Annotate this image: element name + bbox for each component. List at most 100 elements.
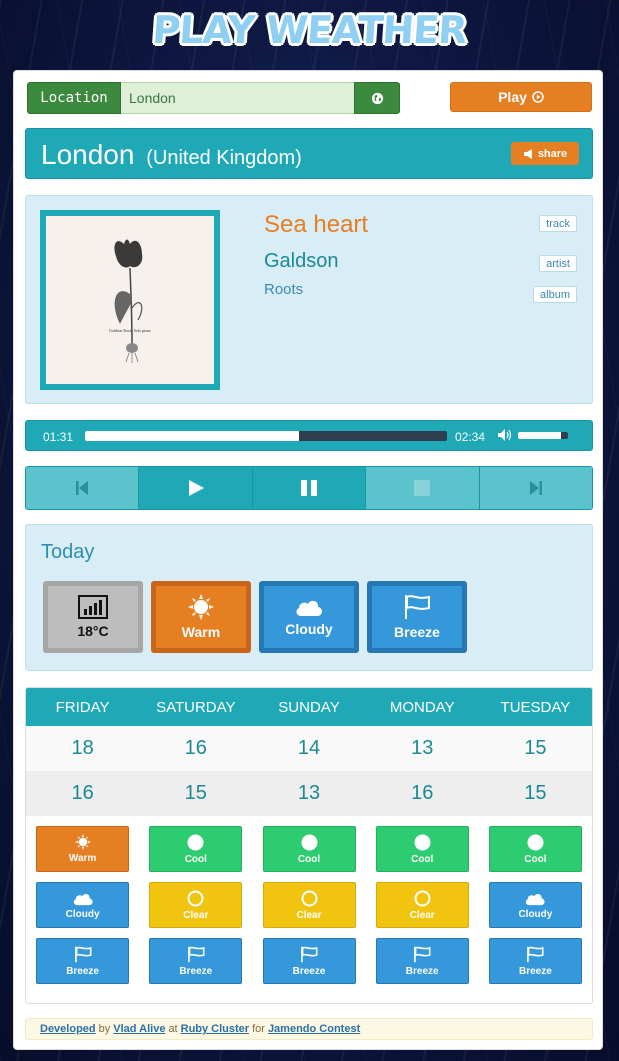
- temperature-label: 18°C: [77, 623, 109, 639]
- forecast-conditions: Warm Cloudy Breeze Cool Clear Breeze Cool Clear…: [26, 816, 592, 984]
- cloudy-condition-tile: Cloudy: [488, 882, 582, 928]
- bullhorn-icon: [523, 148, 532, 159]
- pause-button[interactable]: [252, 467, 367, 509]
- location-input[interactable]: [121, 82, 354, 114]
- cloud-icon: [524, 891, 546, 906]
- forecast-low-row: 16 15 13 16 15: [26, 771, 592, 816]
- next-button[interactable]: [479, 467, 592, 509]
- forecast-table: FRIDAY SATURDAY SUNDAY MONDAY TUESDAY 18…: [25, 687, 593, 1004]
- breeze-condition-tile: Breeze: [149, 938, 243, 984]
- signal-bars-icon: [78, 595, 108, 619]
- cool-condition-tile: Cool: [488, 826, 582, 872]
- stop-button[interactable]: [366, 467, 480, 509]
- track-tag: track: [539, 215, 577, 232]
- seek-slider[interactable]: [85, 431, 447, 441]
- day-header: SUNDAY: [278, 698, 340, 716]
- main-panel: Location Play London (United Kingdom) sh…: [13, 70, 603, 1050]
- sun-icon: [74, 834, 91, 850]
- step-backward-icon: [76, 481, 89, 495]
- forecast-day-conditions: Cool Clear Breeze: [139, 826, 252, 984]
- cool-condition-tile: Cool: [375, 826, 469, 872]
- footer-by: by: [98, 1023, 111, 1035]
- forecast-day-conditions: Cool Clear Breeze: [252, 826, 365, 984]
- day-header: SATURDAY: [156, 698, 236, 716]
- condition-label: Breeze: [292, 965, 326, 977]
- flag-icon: [74, 946, 92, 963]
- high-temp-cell: 18: [71, 737, 94, 759]
- circle-icon: [527, 834, 544, 851]
- cloudy-label: Cloudy: [285, 621, 333, 637]
- breeze-condition-tile: Breeze: [375, 938, 469, 984]
- forecast-high-row: 18 16 14 13 15: [26, 726, 592, 771]
- previous-button[interactable]: [26, 467, 140, 509]
- footer: Developed by Vlad Alive at Ruby Cluster …: [25, 1018, 593, 1040]
- high-temp-cell: 13: [411, 737, 434, 759]
- play-button[interactable]: Play: [450, 82, 592, 112]
- low-temp-cell: 16: [411, 782, 434, 804]
- city-name: London: [41, 139, 135, 170]
- high-temp-cell: 15: [524, 737, 547, 759]
- forecast-day-conditions: Cool Cloudy Breeze: [479, 826, 592, 984]
- volume-icon[interactable]: [497, 428, 512, 442]
- play-button-label: Play: [498, 89, 527, 105]
- author-link[interactable]: Vlad Alive: [113, 1023, 165, 1035]
- flag-icon: [526, 946, 544, 963]
- footer-for: for: [252, 1023, 265, 1035]
- cloudy-condition-tile: Cloudy: [36, 882, 130, 928]
- ring-icon: [301, 890, 318, 907]
- city-title: London (United Kingdom): [41, 139, 302, 171]
- tulip-illustration: Galdson Roots Solo piano: [109, 239, 151, 363]
- developed-link[interactable]: Developed: [40, 1023, 96, 1035]
- flag-icon: [405, 595, 430, 619]
- seek-slider-fill: [85, 431, 299, 441]
- high-temp-cell: 14: [297, 737, 321, 759]
- company-link[interactable]: Ruby Cluster: [181, 1023, 249, 1035]
- condition-label: Clear: [183, 909, 209, 921]
- share-button[interactable]: share: [511, 142, 579, 165]
- circle-icon: [187, 834, 204, 851]
- low-temp-cell: 15: [184, 782, 207, 804]
- circle-icon: [301, 834, 318, 851]
- low-temp-cell: 15: [524, 782, 547, 804]
- album-cover: Galdson Roots Solo piano: [40, 210, 220, 390]
- breeze-condition-tile: Breeze: [262, 938, 356, 984]
- app-logo: PLAY WEATHER: [151, 8, 468, 52]
- warm-tile: Warm: [151, 581, 251, 653]
- sun-icon: [188, 594, 214, 620]
- stop-icon: [414, 480, 431, 496]
- ring-icon: [414, 890, 431, 907]
- city-country: (United Kingdom): [146, 147, 302, 169]
- location-label: Location: [27, 82, 121, 114]
- location-form: Location: [27, 82, 400, 114]
- locate-button[interactable]: [354, 82, 400, 114]
- track-album: Roots: [264, 281, 304, 298]
- forecast-day-conditions: Cool Clear Breeze: [366, 826, 479, 984]
- condition-label: Cool: [184, 853, 207, 865]
- album-tag: album: [533, 286, 577, 303]
- cover-text: Galdson Roots Solo piano: [109, 328, 151, 333]
- cloud-icon: [296, 600, 322, 616]
- volume-slider[interactable]: [518, 432, 568, 439]
- breeze-tile: Breeze: [367, 581, 467, 653]
- cloud-icon: [72, 891, 94, 906]
- condition-label: Warm: [68, 853, 97, 864]
- condition-label: Cool: [524, 853, 547, 865]
- condition-label: Breeze: [519, 965, 552, 977]
- forecast-day-conditions: Warm Cloudy Breeze: [26, 826, 139, 984]
- breeze-label: Breeze: [394, 624, 440, 640]
- breeze-condition-tile: Breeze: [488, 938, 582, 984]
- condition-label: Cool: [297, 853, 321, 865]
- condition-label: Breeze: [66, 965, 99, 977]
- today-panel: Today 18°C Warm Cloudy Breeze: [25, 524, 593, 671]
- play-control-button[interactable]: [139, 467, 253, 509]
- low-temp-cell: 13: [297, 782, 321, 804]
- track-title: Sea heart: [264, 211, 369, 238]
- track-panel: Galdson Roots Solo piano Sea heart Galds…: [25, 195, 593, 404]
- contest-link[interactable]: Jamendo Contest: [268, 1023, 360, 1035]
- flag-icon: [413, 946, 431, 963]
- condition-label: Clear: [296, 909, 322, 921]
- warm-condition-tile: Warm: [36, 826, 130, 872]
- condition-label: Cool: [411, 853, 434, 865]
- playback-controls: [25, 466, 593, 510]
- flag-icon: [187, 946, 205, 963]
